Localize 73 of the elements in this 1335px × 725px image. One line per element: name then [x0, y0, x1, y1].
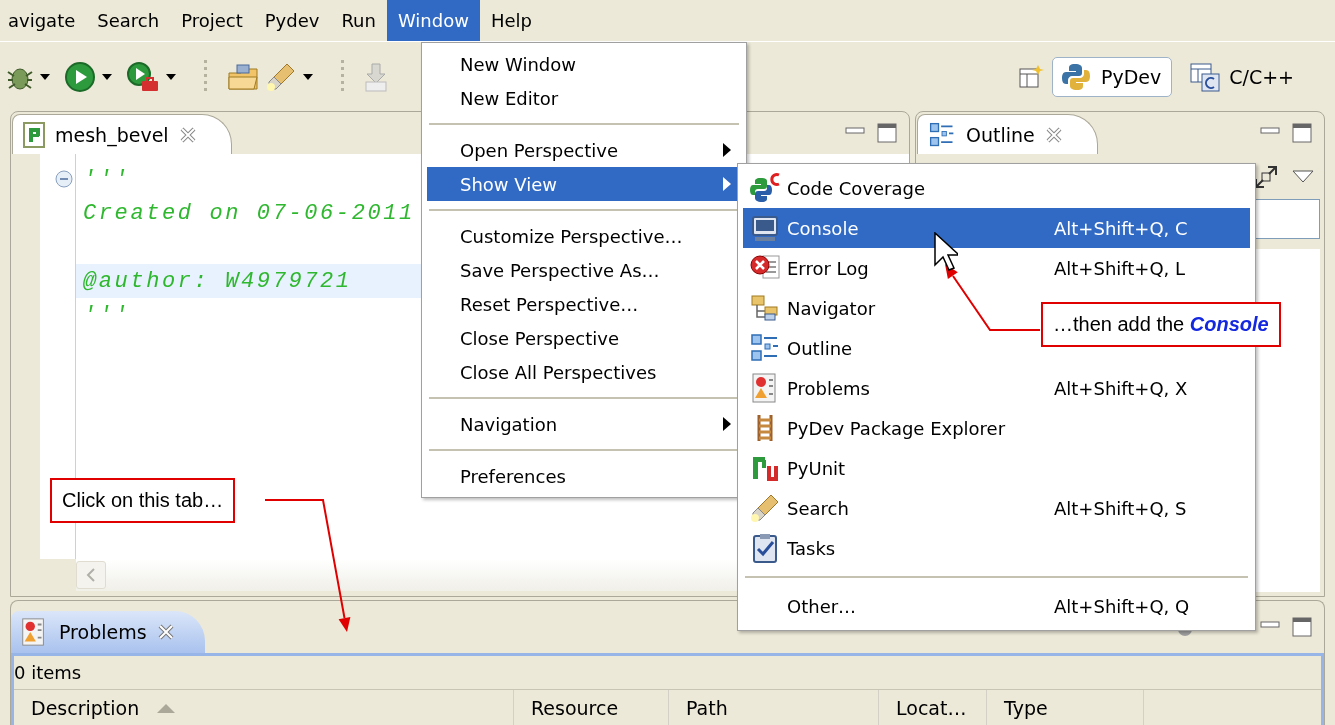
python-file-icon — [23, 121, 45, 148]
problems-tab[interactable]: Problems — [11, 611, 205, 653]
menu-item[interactable]: Tasks — [743, 528, 1250, 568]
outline-icon — [928, 120, 956, 149]
menu-item[interactable]: Project — [170, 0, 254, 41]
triangle-down-icon[interactable] — [1292, 169, 1314, 184]
close-icon[interactable] — [178, 125, 197, 144]
maximize-icon[interactable] — [877, 123, 897, 143]
play-icon[interactable] — [64, 60, 96, 93]
menu-item[interactable]: Code Coverage — [743, 168, 1250, 208]
collapse-icon[interactable] — [55, 170, 73, 188]
menu-item[interactable]: Problems Alt+Shift+Q, X — [743, 368, 1250, 408]
code-line: @author: W4979721 — [83, 268, 352, 294]
callout-box: …then add the Console — [1041, 302, 1281, 347]
menu-item[interactable]: New Window — [427, 47, 741, 81]
submenu-arrow-icon — [723, 417, 731, 431]
submenu-arrow-icon — [723, 143, 731, 157]
column-header[interactable]: Type — [987, 690, 1144, 725]
menu-item[interactable]: Pydev — [253, 0, 331, 41]
menu-item[interactable]: Run — [330, 0, 387, 41]
menu-item[interactable]: Save Perspective As… — [427, 253, 741, 287]
menu-item[interactable]: Help — [479, 0, 543, 41]
column-header[interactable]: Locat… — [879, 690, 987, 725]
caret-icon[interactable] — [166, 73, 176, 80]
submenu-arrow-icon — [723, 177, 731, 191]
menu-item[interactable]: Search — [86, 0, 171, 41]
menu-item[interactable]: Other… Alt+Shift+Q, Q — [743, 586, 1250, 626]
caret-icon[interactable] — [303, 73, 313, 80]
menu-item[interactable]: Customize Perspective… — [427, 219, 741, 253]
snake-c-icon — [749, 172, 781, 204]
menu-item[interactable]: Error Log Alt+Shift+Q, L — [743, 248, 1250, 288]
column-header[interactable]: Description — [14, 690, 514, 725]
folder-tree-icon — [749, 292, 781, 324]
menu-item[interactable]: New Editor — [427, 81, 741, 115]
menu-item[interactable]: Close All Perspectives — [427, 355, 741, 389]
close-icon[interactable] — [156, 623, 175, 641]
caret-icon[interactable] — [40, 73, 50, 80]
code-line: Created on 07-06-2011 — [83, 200, 415, 226]
sort-up-icon — [157, 703, 176, 713]
caret-icon[interactable] — [102, 73, 112, 80]
menu-item[interactable]: Reset Perspective… — [427, 287, 741, 321]
menu-item[interactable]: PyDev Package Explorer — [743, 408, 1250, 448]
menu-item[interactable]: PyUnit — [743, 448, 1250, 488]
outline-tab[interactable]: Outline — [917, 114, 1098, 154]
layout-c-icon — [1189, 60, 1222, 93]
menu-item[interactable]: Navigation — [427, 407, 741, 441]
menu-item[interactable]: Search Alt+Shift+Q, S — [743, 488, 1250, 528]
perspective-button[interactable]: PyDev — [1051, 56, 1173, 97]
chevron-left-icon — [86, 568, 96, 582]
code-line: ''' — [83, 302, 131, 328]
maximize-icon[interactable] — [1292, 123, 1312, 143]
editor-tab[interactable]: mesh_bevel — [12, 114, 232, 154]
menu-item[interactable]: Window — [386, 0, 480, 41]
menu-item[interactable]: Open Perspective — [427, 133, 741, 167]
folder-icon[interactable] — [227, 62, 259, 91]
code-line: ''' — [83, 166, 131, 192]
item-count: 0 items — [14, 656, 1321, 690]
new-layout-icon[interactable] — [1017, 63, 1044, 90]
menu-item[interactable]: Console Alt+Shift+Q, C — [743, 208, 1250, 248]
column-header[interactable]: Resource — [514, 690, 669, 725]
outline-icon — [749, 332, 781, 364]
expand-arrows-icon[interactable] — [1254, 164, 1278, 189]
cursor-icon — [934, 232, 958, 272]
flashlight-icon — [749, 492, 781, 524]
play-toolbox-icon[interactable] — [126, 60, 160, 93]
perspective-button[interactable]: C/C++ — [1180, 56, 1305, 97]
maximize-icon[interactable] — [1292, 617, 1312, 637]
callout-box: Click on this tab… — [50, 478, 236, 523]
menu-item[interactable]: Close Perspective — [427, 321, 741, 355]
menu-item[interactable]: avigate — [0, 0, 87, 41]
close-icon[interactable] — [1044, 125, 1063, 144]
column-header[interactable]: Path — [669, 690, 879, 725]
menu-item[interactable]: Preferences — [427, 459, 741, 493]
